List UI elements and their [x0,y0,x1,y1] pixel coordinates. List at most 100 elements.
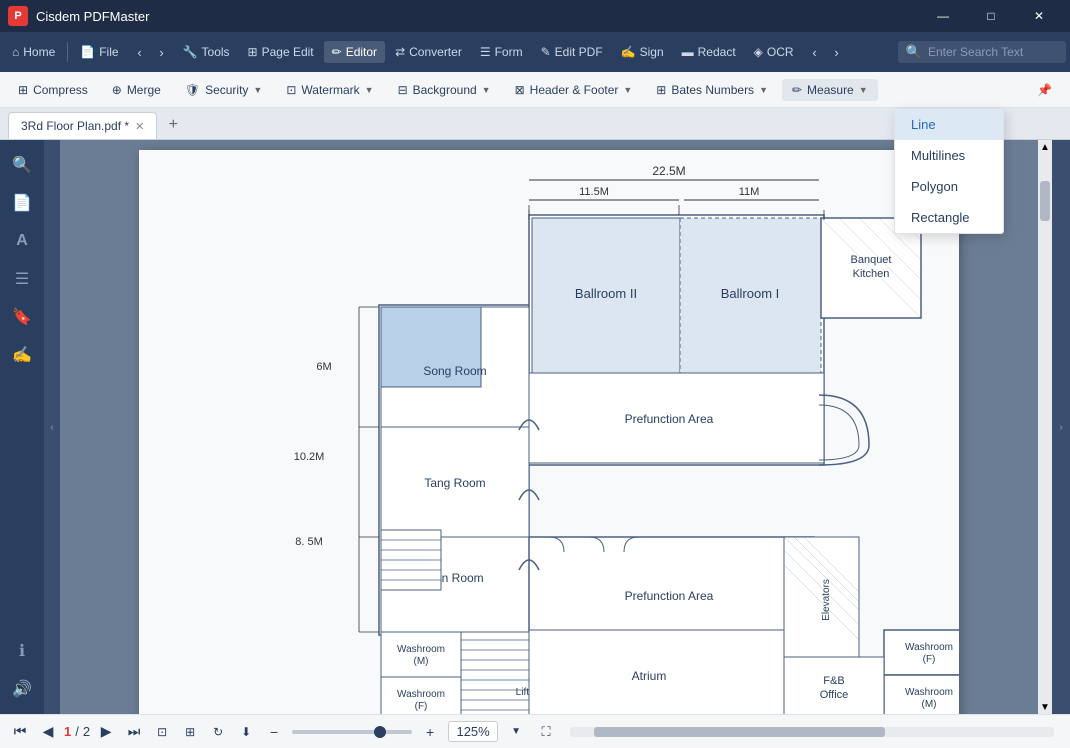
nav-forward-button[interactable]: › [151,40,173,64]
sidebar-bookmark-icon: 🔖 [12,307,32,327]
tab-floor-plan[interactable]: 3Rd Floor Plan.pdf * ✕ [8,112,157,139]
scroll-thumb[interactable] [1040,181,1050,221]
zoom-dropdown-button[interactable]: ▼ [504,720,528,744]
file-icon: 📄 [80,45,95,59]
sidebar-search-button[interactable]: 🔍 [4,148,40,182]
minimize-button[interactable]: — [920,0,966,32]
home-button[interactable]: ⌂ Home [4,41,63,63]
scroll-down-button[interactable]: ▼ [1040,700,1050,714]
app-name: Cisdem PDFMaster [36,9,920,24]
watermark-button[interactable]: ⊡ Watermark ▼ [276,79,383,101]
left-panel-collapse[interactable]: ‹ [44,140,60,714]
vertical-scrollbar[interactable]: ▲ ▼ [1038,140,1052,714]
measure-icon: ✏ [792,83,802,97]
svg-text:Prefunction Area: Prefunction Area [625,412,714,426]
security-button[interactable]: 🛡 Security ▼ [175,79,273,101]
edit-pdf-button[interactable]: ✎ Edit PDF [533,41,611,63]
zoom-in-button[interactable]: + [418,720,442,744]
sidebar-bookmark-button[interactable]: 🔖 [4,300,40,334]
canvas-area[interactable]: 22.5M 11.5M 11M 6M 10.2M 8. 5M 9.6M 16.7… [60,140,1038,714]
zoom-out-button[interactable]: − [262,720,286,744]
fit-width-button[interactable]: ⊞ [178,720,202,744]
merge-button[interactable]: ⊕ Merge [102,79,171,101]
page-prev-button[interactable]: ◀ [36,720,60,744]
nav-arrows: ‹ › [129,40,173,64]
file-button[interactable]: 📄 File [72,41,126,63]
measure-button[interactable]: ✏ Measure ▼ [782,79,878,101]
svg-text:11M: 11M [739,186,760,198]
tools-button[interactable]: 🔧 Tools [175,41,238,63]
measure-rectangle-option[interactable]: Rectangle [895,202,1003,233]
right-panel-collapse[interactable]: › [1052,140,1070,714]
editor-icon: ✏ [332,45,342,59]
background-button[interactable]: ⊟ Background ▼ [388,79,501,101]
scroll-up-button[interactable]: ▲ [1040,140,1050,154]
svg-text:Kitchen: Kitchen [853,268,890,280]
horizontal-scrollbar[interactable] [570,727,1054,737]
sidebar-list-button[interactable]: ☰ [4,262,40,296]
toolbar-separator [67,42,68,62]
sign-button[interactable]: ✍ Sign [613,41,672,63]
watermark-icon: ⊡ [286,83,296,97]
more-back-button[interactable]: ‹ [804,40,826,64]
more-nav-arrows: ‹ › [804,40,848,64]
page-first-button[interactable]: ⏮ [8,720,32,744]
zoom-level-display[interactable]: 125% [448,721,498,742]
nav-back-button[interactable]: ‹ [129,40,151,64]
titlebar: P Cisdem PDFMaster — □ ✕ [0,0,1070,32]
right-collapse-arrow: › [1059,422,1062,433]
more-forward-button[interactable]: › [826,40,848,64]
sidebar-sign-button[interactable]: ✍ [4,338,40,372]
zoom-slider[interactable] [292,730,412,734]
converter-button[interactable]: ⇄ Converter [387,41,470,63]
sidebar-sign-icon: ✍ [12,345,32,365]
merge-icon: ⊕ [112,83,122,97]
fullscreen-button[interactable]: ⛶ [534,720,558,744]
page-edit-button[interactable]: ⊞ Page Edit [240,41,322,63]
svg-text:10.2M: 10.2M [294,451,325,463]
measure-polygon-option[interactable]: Polygon [895,171,1003,202]
maximize-button[interactable]: □ [968,0,1014,32]
zoom-controls: − + 125% ▼ ⛶ [262,720,558,744]
search-input[interactable] [928,45,1058,59]
sidebar-search-icon: 🔍 [12,155,32,175]
svg-text:(M): (M) [922,699,937,710]
svg-text:Washroom: Washroom [905,642,953,653]
header-footer-dropdown-arrow: ▼ [623,85,632,95]
bates-numbers-button[interactable]: ⊞ Bates Numbers ▼ [646,79,778,101]
scroll-track[interactable] [1038,154,1052,700]
fit-page-button[interactable]: ⊡ [150,720,174,744]
svg-text:Lift: Lift [516,687,530,698]
page-navigation: 1 / 2 [64,724,90,739]
zoom-slider-thumb[interactable] [374,726,386,738]
sidebar-sound-button[interactable]: 🔊 [4,672,40,706]
download-button[interactable]: ⬇ [234,720,258,744]
page-last-button[interactable]: ⏭ [122,720,146,744]
svg-text:Washroom: Washroom [397,689,445,700]
sidebar-text-button[interactable]: A [4,224,40,258]
page-edit-icon: ⊞ [248,45,258,59]
sidebar-page-button[interactable]: 📄 [4,186,40,220]
compress-button[interactable]: ⊞ Compress [8,79,98,101]
sidebar-info-button[interactable]: ℹ [4,634,40,668]
secondary-toolbar: ⊞ Compress ⊕ Merge 🛡 Security ▼ ⊡ Waterm… [0,72,1070,108]
search-box: 🔍 [898,41,1066,63]
measure-line-option[interactable]: Line [895,109,1003,140]
tab-close-button[interactable]: ✕ [135,120,144,133]
add-tab-button[interactable]: + [161,113,185,137]
editor-button[interactable]: ✏ Editor [324,41,385,63]
header-footer-button[interactable]: ⊠ Header & Footer ▼ [505,79,643,101]
ocr-button[interactable]: ◈ OCR [746,41,802,63]
form-button[interactable]: ☰ Form [472,41,531,63]
pin-button[interactable]: 📌 [1027,79,1062,101]
rotate-button[interactable]: ↻ [206,720,230,744]
h-scroll-thumb[interactable] [594,727,884,737]
redact-button[interactable]: ▬ Redact [674,41,744,63]
measure-multilines-option[interactable]: Multilines [895,140,1003,171]
sidebar-sound-icon: 🔊 [12,679,32,699]
svg-text:Washroom: Washroom [905,687,953,698]
sign-icon: ✍ [621,45,636,59]
page-next-button[interactable]: ▶ [94,720,118,744]
main-toolbar: ⌂ Home 📄 File ‹ › 🔧 Tools ⊞ Page Edit ✏ … [0,32,1070,72]
close-button[interactable]: ✕ [1016,0,1062,32]
